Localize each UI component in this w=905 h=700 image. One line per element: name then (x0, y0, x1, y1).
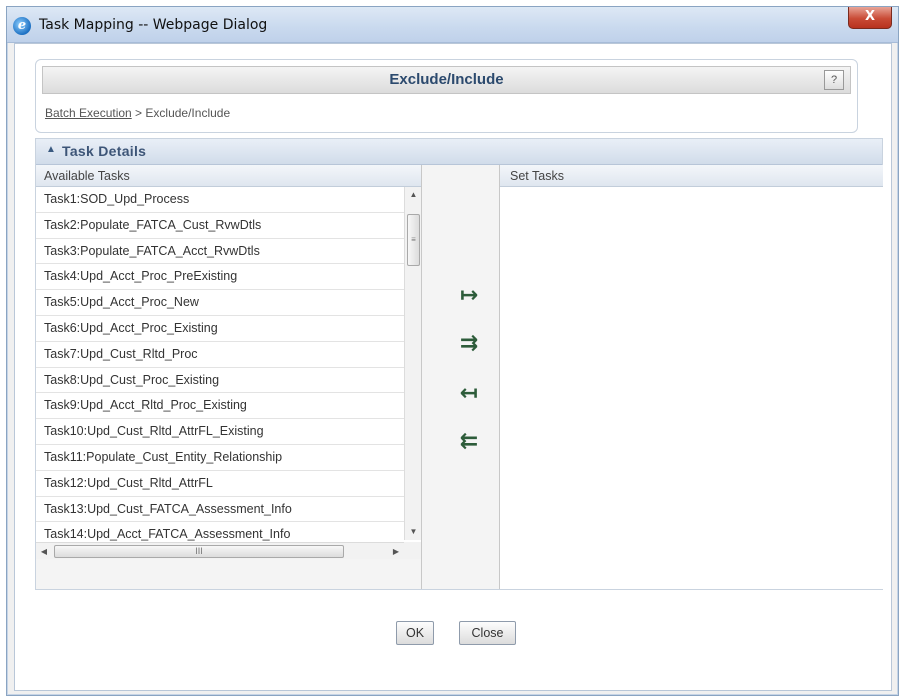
list-item[interactable]: Task7:Upd_Cust_Rltd_Proc (36, 342, 404, 368)
breadcrumb-separator: > (131, 106, 146, 120)
scroll-left-arrow-icon[interactable]: ◀ (36, 543, 52, 560)
close-window-button[interactable]: X (848, 7, 892, 29)
list-item[interactable]: Task12:Upd_Cust_Rltd_AttrFL (36, 471, 404, 497)
list-item[interactable]: Task9:Upd_Acct_Rltd_Proc_Existing (36, 393, 404, 420)
list-item[interactable]: Task2:Populate_FATCA_Cust_RvwDtls (36, 213, 404, 239)
scroll-right-arrow-icon[interactable]: ▶ (388, 543, 404, 560)
list-item[interactable]: Task11:Populate_Cust_Entity_Relationship (36, 445, 404, 471)
horizontal-scroll-thumb[interactable]: III (54, 545, 344, 558)
list-item[interactable]: Task4:Upd_Acct_Proc_PreExisting (36, 264, 404, 291)
task-details-title: Task Details (62, 143, 147, 159)
move-all-left-icon[interactable]: ⇇ (454, 427, 484, 457)
horizontal-scrollbar[interactable]: ◀ III ▶ (36, 542, 404, 559)
title-bar[interactable]: e Task Mapping -- Webpage Dialog X (7, 7, 898, 43)
breadcrumb-current: Exclude/Include (145, 106, 231, 120)
move-left-icon[interactable]: ↤ (454, 379, 484, 409)
page-title: Exclude/Include (389, 71, 504, 88)
ie-icon: e (13, 17, 31, 35)
window-title: Task Mapping -- Webpage Dialog (39, 17, 268, 33)
scroll-corner (404, 542, 421, 559)
ok-button[interactable]: OK (396, 621, 434, 645)
collapse-icon[interactable]: ▲ (46, 144, 56, 155)
set-tasks-panel[interactable]: Set Tasks (499, 165, 883, 589)
move-all-right-icon[interactable]: ⇉ (454, 329, 484, 359)
available-tasks-list[interactable]: Task1:SOD_Upd_Process Task2:Populate_FAT… (36, 187, 404, 542)
list-item[interactable]: Task13:Upd_Cust_FATCA_Assessment_Info (36, 497, 404, 523)
header-bar: Exclude/Include ? (42, 66, 851, 94)
available-tasks-panel: Available Tasks Task1:SOD_Upd_Process Ta… (36, 165, 422, 589)
set-tasks-header: Set Tasks (500, 165, 883, 187)
task-details-header[interactable]: ▲ Task Details (36, 139, 882, 165)
list-item[interactable]: Task3:Populate_FATCA_Acct_RvwDtls (36, 239, 404, 265)
dialog-window: e Task Mapping -- Webpage Dialog X Exclu… (6, 6, 899, 696)
dialog-content: Exclude/Include ? Batch Execution > Excl… (14, 43, 892, 691)
list-item[interactable]: Task8:Upd_Cust_Proc_Existing (36, 368, 404, 394)
help-icon[interactable]: ? (824, 70, 844, 90)
breadcrumb-batch-execution-link[interactable]: Batch Execution (45, 106, 132, 120)
task-details-panel: ▲ Task Details Available Tasks Task1:SOD… (35, 138, 883, 590)
scroll-down-arrow-icon[interactable]: ▼ (405, 524, 422, 540)
list-item[interactable]: Task14:Upd_Acct_FATCA_Assessment_Info (36, 522, 404, 542)
close-button[interactable]: Close (459, 621, 516, 645)
scroll-up-arrow-icon[interactable]: ▲ (405, 187, 422, 203)
list-item[interactable]: Task6:Upd_Acct_Proc_Existing (36, 316, 404, 342)
header-panel: Exclude/Include ? Batch Execution > Excl… (35, 59, 858, 133)
available-tasks-header: Available Tasks (36, 165, 421, 187)
list-item[interactable]: Task5:Upd_Acct_Proc_New (36, 290, 404, 316)
breadcrumb: Batch Execution > Exclude/Include (45, 106, 230, 120)
move-right-icon[interactable]: ↦ (454, 281, 484, 311)
list-item[interactable]: Task1:SOD_Upd_Process (36, 187, 404, 213)
vertical-scroll-thumb[interactable]: ≡ (407, 214, 420, 266)
vertical-scrollbar[interactable]: ▲ ≡ ▼ (404, 187, 421, 540)
list-item[interactable]: Task10:Upd_Cust_Rltd_AttrFL_Existing (36, 419, 404, 445)
available-tasks-footer (36, 559, 421, 589)
